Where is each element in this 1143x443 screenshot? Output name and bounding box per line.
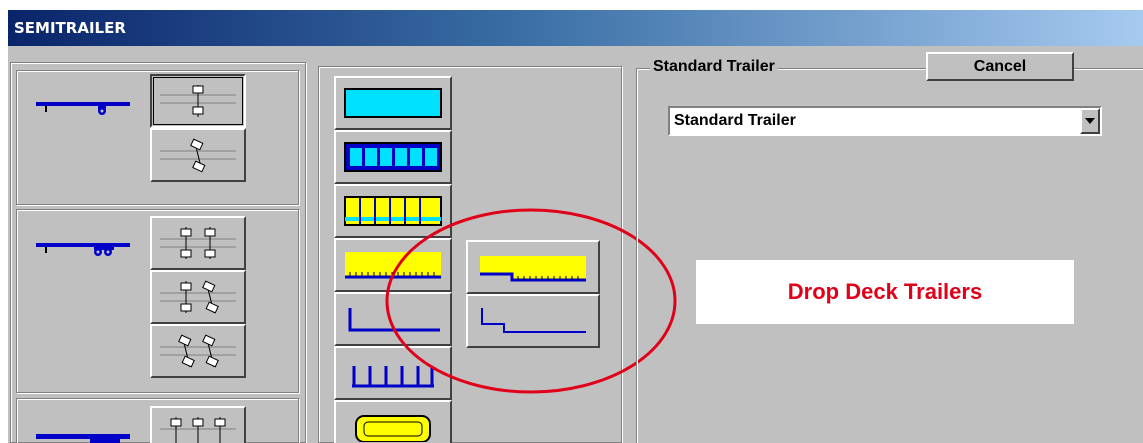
trailer-type-value: Standard Trailer — [674, 112, 796, 129]
single-axle-trailer-icon — [36, 98, 136, 120]
tandem-both-steer-icon — [160, 334, 236, 368]
tandem-axle-trailer-icon — [36, 238, 136, 260]
single-axle-straight-button[interactable] — [150, 74, 246, 128]
cancel-button-label: Cancel — [973, 57, 1027, 75]
single-axle-steer-button[interactable] — [150, 128, 246, 182]
highlight-ellipse — [385, 208, 677, 394]
tandem-rear-steer-icon — [160, 280, 236, 314]
tandem-straight-icon — [160, 227, 236, 259]
axle-straight-icon — [160, 85, 236, 117]
tri-axle-straight-icon — [160, 417, 236, 443]
axle-steer-icon — [160, 138, 236, 173]
deck-flatbed-button[interactable] — [334, 76, 452, 130]
cancel-button[interactable]: Cancel — [926, 52, 1074, 81]
van-deck-icon — [344, 142, 442, 172]
flatbed-deck-icon — [344, 88, 442, 118]
semitrailer-window: SEMITRAILER Standard Trailer Cancel Stan… — [8, 10, 1143, 443]
standard-trailer-legend: Standard Trailer — [650, 58, 778, 76]
tri-axle-straight-button[interactable] — [150, 406, 246, 443]
drop-deck-annotation: Drop Deck Trailers — [696, 260, 1074, 324]
deck-tank-button[interactable] — [334, 400, 452, 443]
chevron-down-icon — [1085, 118, 1095, 124]
tank-deck-icon — [355, 415, 431, 442]
tandem-both-steer-button[interactable] — [150, 324, 246, 378]
deck-van-button[interactable] — [334, 130, 452, 184]
window-title: SEMITRAILER — [8, 10, 1143, 46]
tandem-rear-steer-button[interactable] — [150, 270, 246, 324]
tri-axle-trailer-icon — [36, 430, 136, 443]
drop-deck-annotation-text: Drop Deck Trailers — [787, 279, 983, 304]
tandem-straight-button[interactable] — [150, 216, 246, 270]
dropdown-button[interactable] — [1080, 108, 1100, 134]
trailer-type-select[interactable]: Standard Trailer — [668, 106, 1102, 136]
